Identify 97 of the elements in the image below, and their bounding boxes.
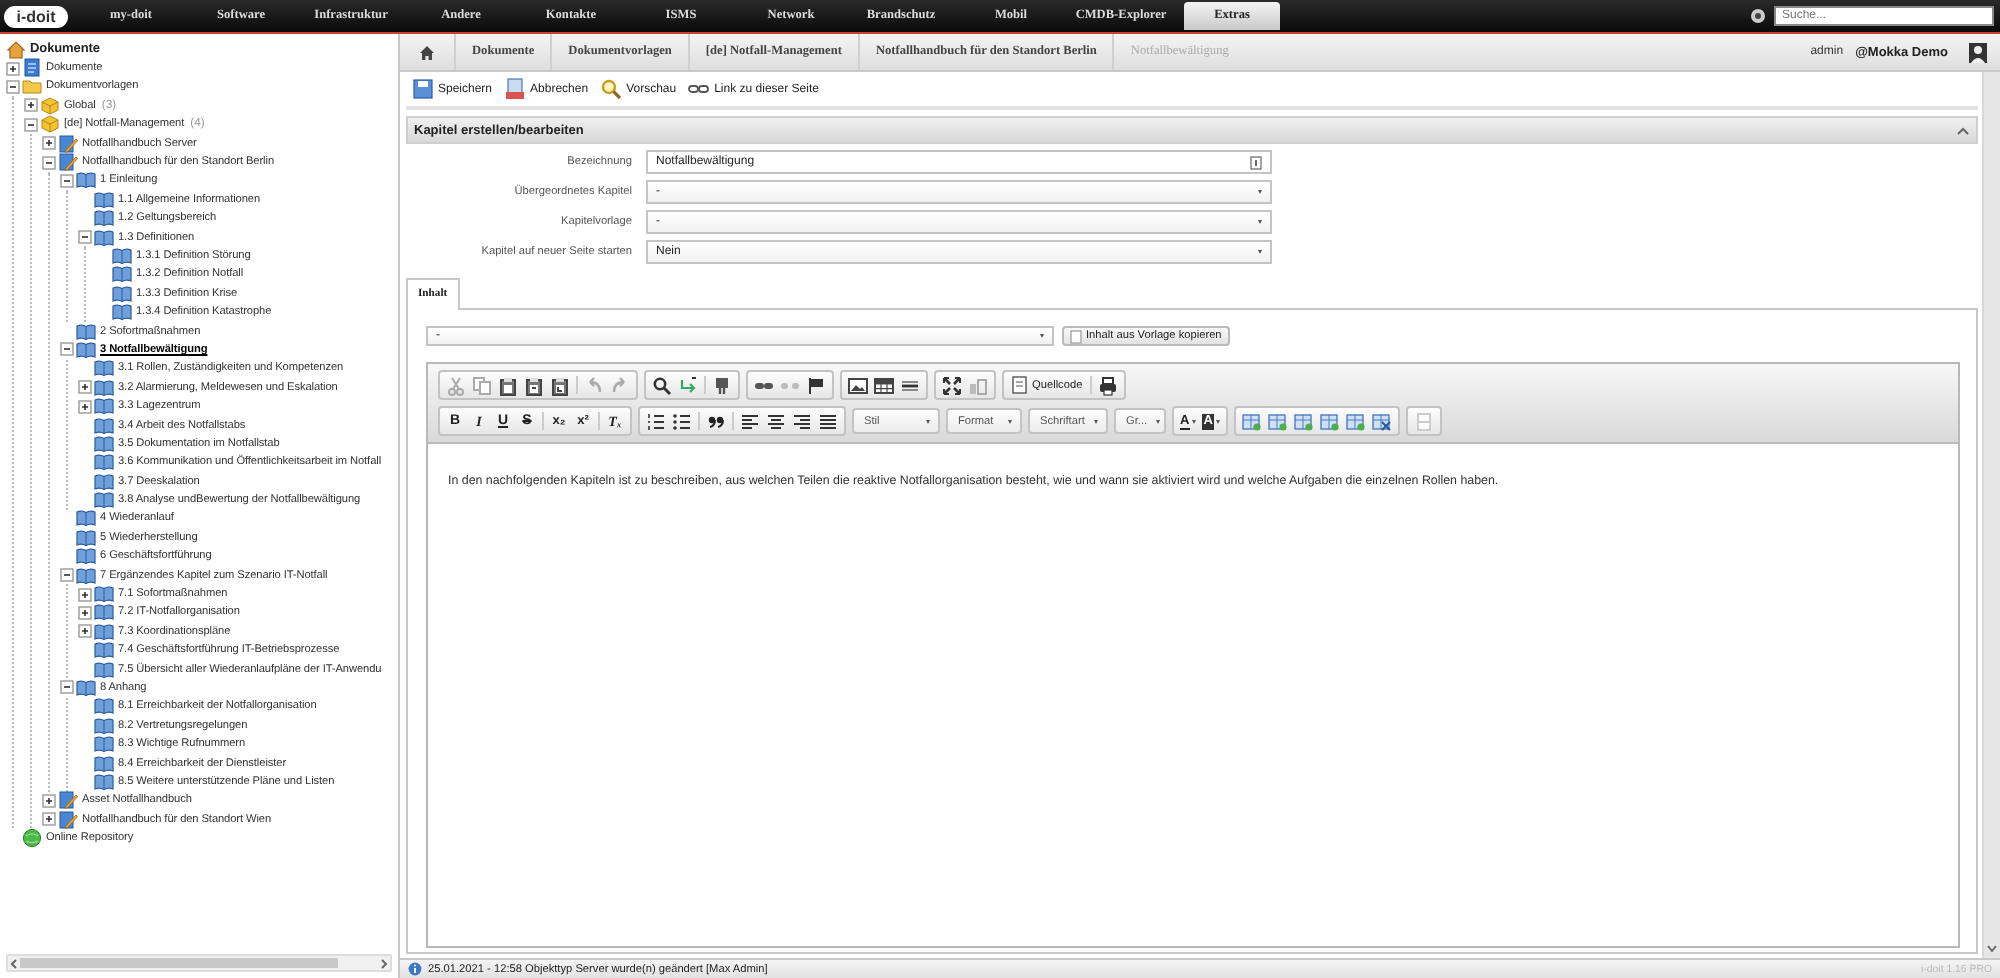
- book-icon: [94, 696, 114, 717]
- book-icon: [76, 677, 96, 698]
- expand-toggle[interactable]: [24, 117, 38, 132]
- book-icon: [94, 358, 114, 379]
- search-icon[interactable]: [652, 375, 672, 395]
- user-avatar-icon[interactable]: [1968, 41, 1988, 63]
- book-icon: [94, 621, 114, 642]
- expand-toggle[interactable]: [78, 380, 92, 395]
- logo[interactable]: i-doit: [4, 5, 68, 27]
- expand-toggle[interactable]: [42, 812, 56, 827]
- book-icon: [94, 659, 114, 680]
- clipboard-icon[interactable]: [498, 375, 518, 395]
- document-icon: [22, 58, 42, 79]
- package-icon: [40, 95, 60, 116]
- expand-toggle[interactable]: [78, 399, 92, 414]
- book-icon: [112, 283, 132, 304]
- table-icon[interactable]: [874, 375, 894, 395]
- align-center-icon[interactable]: [766, 411, 786, 431]
- align-left-icon[interactable]: [740, 411, 760, 431]
- book-icon: [76, 321, 96, 342]
- book-icon: [76, 170, 96, 191]
- document-icon: [1070, 329, 1082, 343]
- maximize-icon[interactable]: [942, 375, 962, 395]
- expand-toggle[interactable]: [78, 230, 92, 245]
- expand-toggle[interactable]: [6, 79, 20, 94]
- book-icon: [94, 602, 114, 623]
- book-icon: [94, 396, 114, 417]
- horizontal-scrollbar[interactable]: [6, 954, 392, 972]
- table-add-row-icon[interactable]: [1242, 411, 1263, 431]
- expand-toggle[interactable]: [42, 793, 56, 808]
- circle-icon[interactable]: [1750, 8, 1766, 24]
- document-icon: [1012, 376, 1028, 394]
- expand-toggle[interactable]: [42, 136, 56, 151]
- globe-icon: [22, 828, 42, 849]
- table-merge-icon[interactable]: [1346, 411, 1367, 431]
- book-icon: [112, 302, 132, 323]
- book-icon: [94, 415, 114, 436]
- table-insert-column-icon[interactable]: [1294, 411, 1315, 431]
- book-icon: [94, 433, 114, 454]
- magnifier-icon: [600, 78, 623, 100]
- clipboard-icon[interactable]: [524, 375, 544, 395]
- print-icon[interactable]: [1098, 375, 1119, 395]
- book-pencil-icon: [58, 152, 78, 173]
- align-right-icon[interactable]: [792, 411, 812, 431]
- collapse-icon[interactable]: [1956, 125, 1970, 135]
- horizontal-line-icon[interactable]: [900, 375, 920, 395]
- book-icon: [94, 584, 114, 605]
- table-add-column-icon[interactable]: [1268, 411, 1289, 431]
- package-icon: [40, 114, 60, 135]
- book-icon: [94, 377, 114, 398]
- expand-toggle[interactable]: [6, 61, 20, 76]
- expand-toggle[interactable]: [78, 587, 92, 602]
- book-icon: [76, 546, 96, 567]
- book-icon: [94, 208, 114, 229]
- book-icon: [112, 264, 132, 285]
- bulleted-list-icon[interactable]: [672, 411, 692, 431]
- justify-icon[interactable]: [818, 411, 838, 431]
- expand-toggle[interactable]: [78, 605, 92, 620]
- expand-toggle[interactable]: [60, 173, 74, 188]
- expand-toggle[interactable]: [42, 155, 56, 170]
- book-icon: [94, 189, 114, 210]
- clipboard-icon[interactable]: [550, 375, 570, 395]
- image-icon[interactable]: [848, 375, 868, 395]
- book-icon: [112, 246, 132, 266]
- book-icon: [94, 753, 114, 774]
- scroll-down-icon[interactable]: [1986, 944, 1998, 954]
- folder-icon: [22, 76, 42, 97]
- book-icon: [76, 339, 96, 360]
- book-icon: [94, 771, 114, 792]
- book-icon: [76, 508, 96, 529]
- scroll-left-icon[interactable]: [8, 957, 20, 969]
- expand-toggle[interactable]: [60, 568, 74, 583]
- expand-toggle[interactable]: [60, 342, 74, 357]
- document-cancel-icon: [504, 78, 527, 100]
- info-icon: [408, 962, 422, 976]
- book-icon: [76, 565, 96, 586]
- book-icon: [94, 734, 114, 755]
- book-icon: [94, 227, 114, 248]
- book-icon: [94, 452, 114, 473]
- book-icon: [94, 490, 114, 511]
- home-icon[interactable]: [418, 43, 436, 61]
- quote-icon[interactable]: [706, 411, 726, 431]
- table-delete-icon[interactable]: [1372, 411, 1393, 431]
- book-icon: [94, 640, 114, 661]
- expand-toggle[interactable]: [24, 98, 38, 113]
- vertical-scrollbar[interactable]: [1982, 72, 2000, 958]
- info-icon[interactable]: [1250, 155, 1262, 169]
- expand-toggle[interactable]: [60, 680, 74, 695]
- expand-toggle[interactable]: [78, 624, 92, 639]
- flag-icon[interactable]: [806, 375, 826, 395]
- numbered-list-icon[interactable]: [646, 411, 666, 431]
- scroll-right-icon[interactable]: [378, 957, 390, 969]
- book-icon: [76, 527, 96, 548]
- table-insert-row-icon[interactable]: [1320, 411, 1341, 431]
- book-icon: [94, 715, 114, 736]
- book-icon: [94, 471, 114, 492]
- home-icon: [6, 39, 26, 60]
